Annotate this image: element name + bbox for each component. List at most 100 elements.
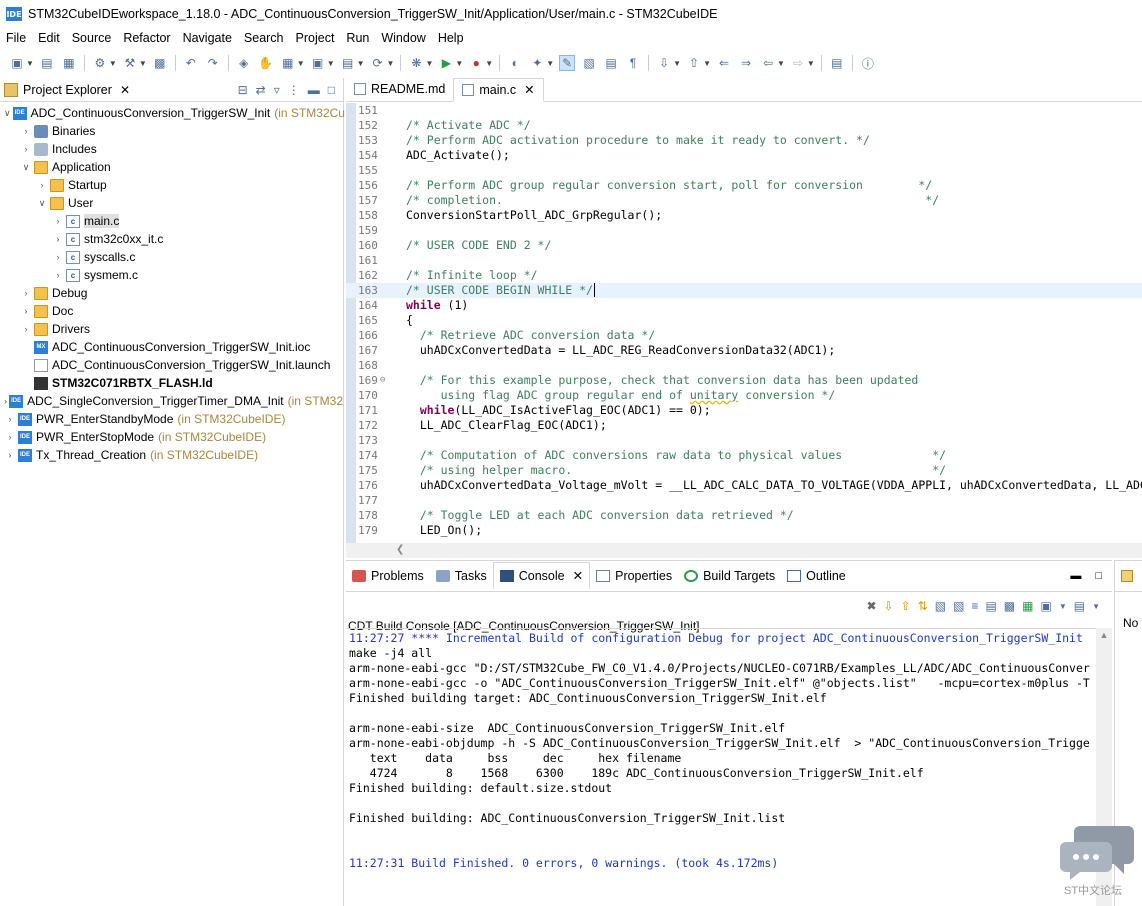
chevron-down-icon[interactable]: ∨ xyxy=(20,162,32,173)
open-console-dropdown-icon[interactable]: ▼ xyxy=(1092,602,1100,611)
pin-dropdown-icon[interactable]: ▼ xyxy=(546,59,554,68)
open-console-icon[interactable]: ▤ xyxy=(1074,599,1085,613)
tree-item[interactable]: MX ADC_ContinuousConversion_TriggerSW_Ini… xyxy=(0,338,343,356)
filter-icon[interactable]: ▿ xyxy=(274,83,280,97)
tree-item[interactable]: › c stm32c0xx_it.c xyxy=(0,230,343,248)
chevron-right-icon[interactable]: › xyxy=(52,270,64,280)
code-line[interactable]: 161 xyxy=(346,253,1142,268)
block-selection-icon[interactable]: ▤ xyxy=(603,55,619,71)
display-selected-icon[interactable]: ▣ xyxy=(1040,599,1051,613)
binary-icon[interactable]: ▩ xyxy=(152,55,168,71)
redo-icon[interactable]: ↷ xyxy=(205,55,221,71)
tree-item[interactable]: › Binaries xyxy=(0,122,343,140)
tree-item[interactable]: › IDE Tx_Thread_Creation (in STM32CubeIDE) xyxy=(0,446,343,464)
code-line[interactable]: 174 /* Computation of ADC conversions ra… xyxy=(346,448,1142,463)
debug-dropdown-icon[interactable]: ▼ xyxy=(425,59,433,68)
debug-icon[interactable]: ❋ xyxy=(408,55,424,71)
code-line[interactable]: 157 /* completion. */ xyxy=(346,193,1142,208)
tree-item[interactable]: › Drivers xyxy=(0,320,343,338)
chevron-right-icon[interactable]: › xyxy=(52,234,64,244)
external-tools-icon[interactable]: ● xyxy=(468,55,484,71)
pin-console-icon[interactable]: ▩ xyxy=(1004,599,1015,613)
perspective-icon[interactable]: ◐ xyxy=(507,55,523,71)
scroll-left-icon[interactable]: ❮ xyxy=(396,544,404,555)
code-line[interactable]: 169 ⊖ /* For this example purpose, check … xyxy=(346,373,1142,388)
show-whitespace-icon[interactable]: ¶ xyxy=(625,55,641,71)
new-dropdown-icon[interactable]: ▼ xyxy=(26,59,34,68)
menu-navigate[interactable]: Navigate xyxy=(177,28,238,48)
tree-item[interactable]: › c syscalls.c xyxy=(0,248,343,266)
scroll-up-arrow-icon[interactable]: ▲ xyxy=(1096,628,1112,640)
project-explorer-tab[interactable]: Project Explorer ✕ ⊟ ⇄ ▿ ⋮ ▬ □ xyxy=(0,78,343,102)
chevron-right-icon[interactable]: › xyxy=(20,144,32,154)
prev-annotation-icon[interactable]: ⇧ xyxy=(686,55,702,71)
code-line[interactable]: 164 while (1) xyxy=(346,298,1142,313)
settings-icon[interactable]: ⚙ xyxy=(92,55,108,71)
close-icon[interactable]: ✕ xyxy=(573,568,583,583)
code-line[interactable]: 159 xyxy=(346,223,1142,238)
menu-help[interactable]: Help xyxy=(432,28,470,48)
save-all-icon[interactable]: ▦ xyxy=(61,55,77,71)
build-hammer-icon[interactable]: ⚒ xyxy=(122,55,138,71)
tree-item[interactable]: › IDE PWR_EnterStandbyMode (in STM32CubeIDE… xyxy=(0,410,343,428)
menu-file[interactable]: File xyxy=(0,28,32,48)
code-line[interactable]: 153 /* Perform ADC activation procedure t… xyxy=(346,133,1142,148)
build-dropdown-icon[interactable]: ▼ xyxy=(139,59,147,68)
tab-console[interactable]: Console ✕ xyxy=(492,562,591,590)
chevron-right-icon[interactable]: › xyxy=(36,180,48,190)
menu-window[interactable]: Window xyxy=(375,28,431,48)
code-line[interactable]: 171 while(LL_ADC_IsActiveFlag_EOC(ADC1) … xyxy=(346,403,1142,418)
scroll-up-icon[interactable]: ⇧ xyxy=(901,599,911,613)
chevron-down-icon[interactable]: ∨ xyxy=(4,108,11,119)
tree-item[interactable]: › IDE ADC_SingleConversion_TriggerTimer_DM… xyxy=(0,392,343,410)
info-icon[interactable]: ⓘ xyxy=(860,55,876,71)
new-project-dropdown-icon[interactable]: ▼ xyxy=(297,59,305,68)
code-line[interactable]: 162 /* Infinite loop */ xyxy=(346,268,1142,283)
menu-refactor[interactable]: Refactor xyxy=(117,28,176,48)
save-icon[interactable]: ▤ xyxy=(39,55,55,71)
view-menu-icon[interactable]: ⋮ xyxy=(288,83,300,97)
new-file-dropdown-icon[interactable]: ▼ xyxy=(357,59,365,68)
fold-toggle-icon[interactable]: ⊖ xyxy=(380,373,385,388)
forward-icon[interactable]: ⇨ xyxy=(790,55,806,71)
next-annotation-dropdown-icon[interactable]: ▼ xyxy=(673,59,681,68)
terminate-icon[interactable]: ✖ xyxy=(866,599,876,613)
code-line[interactable]: 172 LL_ADC_ClearFlag_EOC(ADC1); xyxy=(346,418,1142,433)
code-line[interactable]: 179 LED_On(); xyxy=(346,523,1142,538)
code-line[interactable]: 175 /* using helper macro. */ xyxy=(346,463,1142,478)
tab-properties[interactable]: Properties xyxy=(590,562,678,590)
new-folder-dropdown-icon[interactable]: ▼ xyxy=(327,59,335,68)
hand-icon[interactable]: ✋ xyxy=(258,55,274,71)
chevron-right-icon[interactable]: › xyxy=(4,450,16,460)
code-editor[interactable]: 151 152 /* Activate ADC */ 153 /* Perform AD… xyxy=(346,103,1142,543)
tree-item[interactable]: › c main.c xyxy=(0,212,343,230)
code-line[interactable]: 155 xyxy=(346,163,1142,178)
chevron-right-icon[interactable]: › xyxy=(20,306,32,316)
code-line[interactable]: 158 ConversionStartPoll_ADC_GrpRegular(); xyxy=(346,208,1142,223)
next-annotation-icon[interactable]: ⇩ xyxy=(656,55,672,71)
new-icon[interactable]: ▣ xyxy=(9,55,25,71)
code-line[interactable]: 163 /* USER CODE BEGIN WHILE */​ xyxy=(346,283,1142,298)
refresh-dropdown-icon[interactable]: ▼ xyxy=(387,59,395,68)
code-line[interactable]: 168 xyxy=(346,358,1142,373)
minimize-icon[interactable]: ▬ xyxy=(1070,570,1081,582)
chevron-right-icon[interactable]: › xyxy=(4,396,7,406)
prev-annotation-dropdown-icon[interactable]: ▼ xyxy=(703,59,711,68)
chevron-right-icon[interactable]: › xyxy=(4,432,16,442)
console-output[interactable]: 11:27:27 **** Incremental Build of confi… xyxy=(346,628,1096,906)
code-line[interactable]: 176 uhADCxConvertedData_Voltage_mVolt = … xyxy=(346,478,1142,493)
code-line[interactable]: 156 /* Perform ADC group regular conversi… xyxy=(346,178,1142,193)
menu-edit[interactable]: Edit xyxy=(32,28,66,48)
tab-main-c[interactable]: main.c ✕ xyxy=(453,78,544,102)
maximize-icon[interactable]: □ xyxy=(1095,570,1102,582)
display-console-icon[interactable]: ▦ xyxy=(1022,599,1033,613)
chevron-down-icon[interactable]: ∨ xyxy=(36,198,48,209)
settings-dropdown-icon[interactable]: ▼ xyxy=(109,59,117,68)
chevron-right-icon[interactable]: › xyxy=(4,414,16,424)
tab-readme[interactable]: README.md xyxy=(346,77,453,101)
right-panel-tab[interactable] xyxy=(1115,560,1142,592)
code-line[interactable]: 178 /* Toggle LED at each ADC conversion… xyxy=(346,508,1142,523)
menu-search[interactable]: Search xyxy=(238,28,290,48)
tree-item[interactable]: › Startup xyxy=(0,176,343,194)
word-wrap-icon[interactable]: ≡ xyxy=(971,599,978,613)
